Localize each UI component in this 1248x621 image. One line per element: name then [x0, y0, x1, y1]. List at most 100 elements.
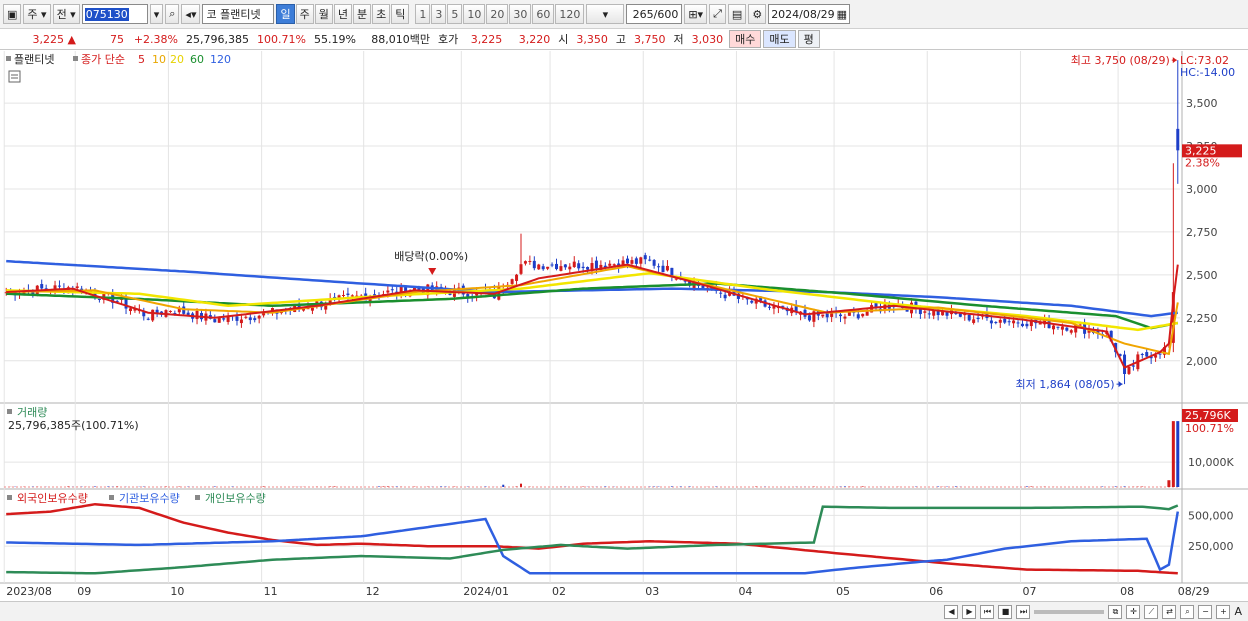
low-price: 3,030 — [691, 32, 724, 46]
zoom-out-icon[interactable]: − — [1198, 604, 1213, 619]
volume-bar — [107, 486, 110, 487]
volume-bar — [670, 486, 673, 487]
interval-button[interactable]: 120 — [555, 4, 585, 24]
stock-name: 플랜티넷 — [220, 8, 261, 21]
candle-body — [248, 317, 252, 321]
candle-body — [581, 266, 585, 269]
candle-body — [807, 315, 811, 321]
chart-area[interactable]: 2023/08 09 10 11 12 2024/01 02 03 04 05 06 07 08 08/2… — [0, 51, 1248, 601]
stock-code-input[interactable]: 075130 — [81, 4, 148, 24]
candle-body — [532, 260, 536, 269]
candle-body — [217, 317, 221, 323]
period-button[interactable]: 주 — [295, 4, 314, 24]
current-pct-label: 2.38% — [1185, 156, 1220, 169]
count-max: /600 — [653, 7, 679, 21]
volume-bar — [604, 486, 607, 487]
zoom-slider[interactable] — [1034, 609, 1105, 614]
open-price: 3,350 — [576, 32, 608, 46]
prev-button[interactable]: 전 ▾ — [52, 4, 80, 24]
candle-type-icon[interactable]: ⊞▾ — [684, 4, 708, 24]
x-tick-label: 10 — [170, 585, 184, 598]
interval-button[interactable]: 60 — [532, 4, 555, 24]
zoom-icon[interactable]: ⌕ — [1180, 604, 1195, 619]
volume-bar — [954, 486, 957, 487]
candle-body — [341, 294, 345, 296]
date-input[interactable]: 2024/08/29 ▦ — [768, 4, 851, 24]
volume-bar — [679, 486, 682, 487]
open-label: 시 — [558, 33, 569, 46]
volume-bar — [688, 486, 691, 487]
sell-button[interactable]: 매도 — [763, 30, 796, 48]
candle-body — [1056, 326, 1060, 328]
volume-bar — [515, 486, 518, 487]
interval-button[interactable]: 3 — [431, 4, 447, 24]
volume-bar — [333, 486, 336, 487]
search-icon[interactable]: ⌕ — [165, 4, 180, 24]
interval-buttons: 1 3 5 10 20 30 60 120 — [415, 4, 585, 24]
gear-icon[interactable]: ⚙ — [748, 4, 767, 24]
draw-tool-icon[interactable]: ⤢ — [709, 4, 726, 24]
zoom-in-icon[interactable]: + — [1216, 604, 1231, 619]
candle-body — [1060, 326, 1064, 330]
low-label: 저 — [673, 33, 684, 46]
crosshair-icon[interactable]: ✛ — [1126, 604, 1141, 619]
interval-button[interactable]: 1 — [415, 4, 431, 24]
candle-body — [519, 264, 523, 274]
candle-body — [967, 314, 971, 321]
hoga-label: 호가 — [438, 33, 459, 46]
y-tick-label: 2,750 — [1186, 226, 1218, 239]
interval-button[interactable]: 30 — [509, 4, 532, 24]
calendar-icon[interactable]: ▦ — [837, 8, 847, 21]
last-icon[interactable]: ⏭ — [1016, 604, 1031, 619]
layout-icon[interactable]: ⧉ — [1108, 604, 1123, 619]
candle-body — [586, 267, 590, 270]
candle-body — [235, 316, 239, 321]
scroll-right-icon[interactable]: ▶ — [962, 604, 977, 619]
candle-body — [923, 311, 927, 313]
high-annotation: 최고 3,750 (08/29) — [1071, 54, 1170, 67]
buy-button[interactable]: 매수 — [729, 30, 762, 48]
period-button[interactable]: 분 — [352, 4, 372, 24]
quote-bar: 3,225 ▲ 75 +2.38% 25,796,385 100.71% 55.… — [0, 29, 1248, 50]
stock-name-field[interactable]: 코 플랜티넷 — [202, 4, 275, 24]
auto-button[interactable]: A — [1234, 605, 1242, 618]
compare-icon[interactable]: ⇄ — [1162, 604, 1177, 619]
interval-button[interactable]: 10 — [463, 4, 486, 24]
candle-body — [989, 320, 993, 324]
candle-body — [1127, 366, 1131, 374]
interval-input[interactable]: ▾ — [586, 4, 625, 24]
avg-button[interactable]: 평 — [797, 30, 820, 48]
chart-menu-icon[interactable]: ▣ — [3, 4, 22, 24]
code-dropdown-icon[interactable]: ▾ — [149, 4, 164, 24]
volume-bar — [1030, 486, 1033, 487]
chart-svg[interactable]: 2023/08 09 10 11 12 2024/01 02 03 04 05 06 07 08 08/2… — [0, 51, 1248, 601]
period-button[interactable]: 틱 — [391, 4, 410, 24]
scroll-left-icon[interactable]: ◀ — [944, 604, 959, 619]
speaker-icon[interactable]: ◂▾ — [181, 4, 201, 24]
volume-bar — [116, 486, 119, 487]
x-tick-label: 12 — [366, 585, 380, 598]
volume-bar — [1123, 486, 1126, 487]
price-change: 75 — [110, 32, 124, 46]
volume-tick-label: 10,000K — [1188, 456, 1234, 469]
candle-body — [390, 289, 394, 291]
save-icon[interactable]: ▤ — [727, 4, 747, 24]
volume-bar — [502, 484, 505, 487]
period-dropdown[interactable]: 주 ▾ — [23, 4, 51, 24]
candle-body — [972, 319, 976, 323]
stock-code-value: 075130 — [84, 7, 129, 21]
interval-button[interactable]: 20 — [486, 4, 509, 24]
period-button[interactable]: 일 — [276, 4, 295, 24]
period-button[interactable]: 월 — [314, 4, 333, 24]
x-tick-label: 2023/08 — [6, 585, 52, 598]
candle-body — [528, 260, 532, 262]
candle-body — [634, 258, 638, 264]
first-icon[interactable]: ⏮ — [980, 604, 995, 619]
interval-button[interactable]: 5 — [447, 4, 463, 24]
tool-icon[interactable]: ⟋ — [1144, 604, 1159, 619]
candle-body — [346, 293, 350, 295]
period-button[interactable]: 년 — [333, 4, 352, 24]
count-input[interactable]: 265/600 — [626, 4, 683, 24]
stop-icon[interactable]: ■ — [998, 604, 1013, 619]
period-button[interactable]: 초 — [372, 4, 391, 24]
